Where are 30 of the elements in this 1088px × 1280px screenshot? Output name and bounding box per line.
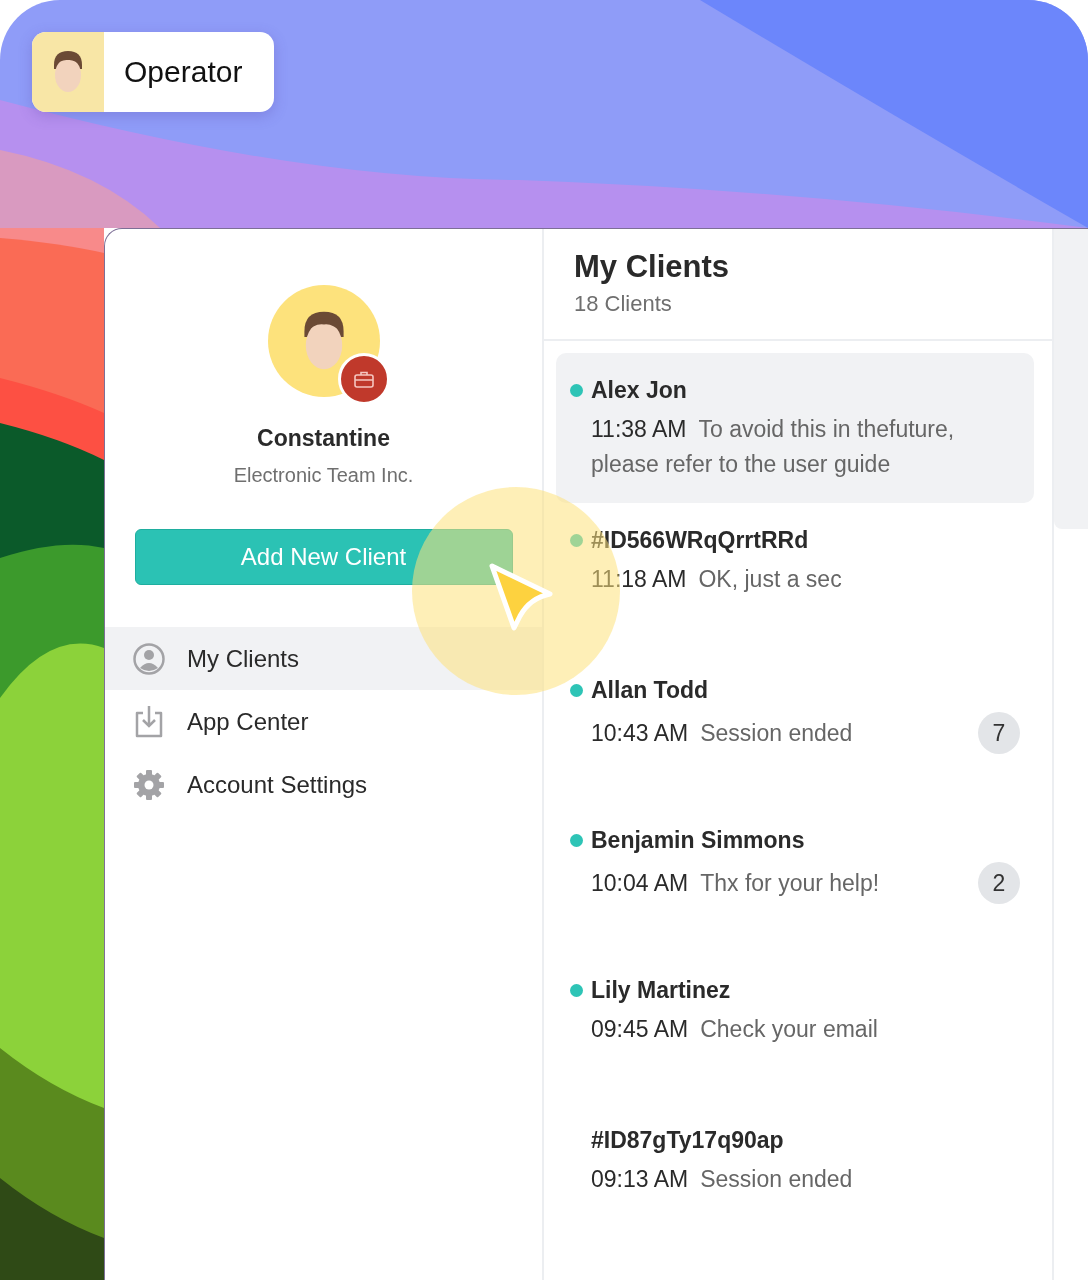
client-count: 18 Clients [574, 291, 673, 317]
list-title: My Clients [574, 249, 731, 285]
client-row[interactable]: #ID566WRqQrrtRRd 11:18 AM OK, just a sec [556, 503, 1034, 653]
company-name: Electronic Team Inc. [233, 464, 414, 487]
client-message: 11:18 AM OK, just a sec [591, 565, 843, 594]
client-row[interactable]: Allan Todd 10:43 AM Session ended 7 [556, 653, 1034, 803]
client-name: Benjamin Simmons [591, 827, 805, 854]
settings-icon [133, 768, 165, 801]
client-row[interactable]: Alex Jon 11:38 AM To avoid this in thefuture, please refer to the user guide [556, 353, 1034, 503]
download-icon [133, 704, 165, 739]
profile-name: Constantine [257, 425, 390, 452]
unread-count: 2 [978, 862, 1020, 904]
client-row[interactable]: Lily Martinez 09:45 AM Check your email [556, 953, 1034, 1103]
client-name: #ID566WRqQrrtRRd [591, 527, 809, 554]
client-message: 09:13 AM Session ended [591, 1165, 854, 1194]
client-name: Lily Martinez [591, 977, 731, 1004]
client-name: #ID87gTy17q90ap [591, 1127, 784, 1154]
client-row[interactable]: Benjamin Simmons 10:04 AM Thx for your help! 2 [556, 803, 1034, 953]
client-message: 11:38 AM To avoid this in thefuture, please refer to the user guide [591, 415, 956, 479]
user-icon [133, 642, 165, 675]
nav-item[interactable]: Account Settings [105, 753, 542, 816]
client-name: Alex Jon [591, 377, 687, 404]
client-message: 10:04 AM Thx for your help! [591, 868, 881, 898]
client-message: 10:43 AM Session ended [591, 718, 854, 748]
client-message: 09:45 AM Check your email [591, 1015, 879, 1044]
nav-item[interactable]: My Clients [105, 627, 542, 690]
client-name: Allan Todd [591, 677, 709, 704]
nav-item[interactable]: App Center [105, 690, 542, 753]
unread-count: 7 [978, 712, 1020, 754]
client-row[interactable]: #ID87gTy17q90ap 09:13 AM Session ended [556, 1103, 1034, 1253]
